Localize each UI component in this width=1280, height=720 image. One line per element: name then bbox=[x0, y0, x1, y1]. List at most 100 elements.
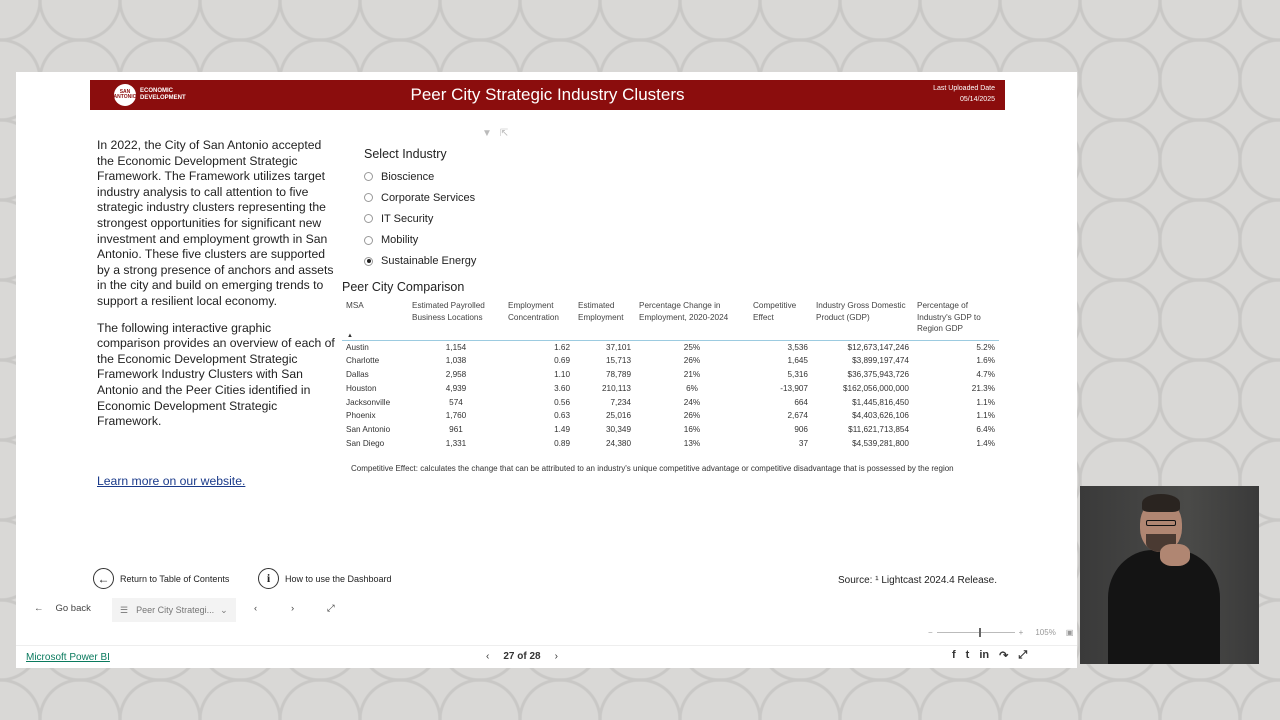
zoom-in-icon[interactable]: + bbox=[1019, 628, 1024, 637]
table-cell: 26% bbox=[683, 411, 701, 421]
zoom-slider[interactable] bbox=[936, 628, 1015, 637]
table-cell: $12,673,147,246 bbox=[847, 342, 909, 352]
table-cell: $162,056,000,000 bbox=[842, 383, 909, 393]
column-header[interactable]: Industry Gross Domestic Product (GDP) bbox=[812, 298, 913, 341]
radio-bioscience[interactable]: Bioscience bbox=[364, 166, 476, 187]
table-row[interactable]: Phoenix 1,760 0.63 25,016 26% 2,674 $4,403,626… bbox=[342, 409, 999, 423]
table-cell: $3,899,197,474 bbox=[852, 356, 909, 366]
table-cell: 25% bbox=[683, 342, 701, 352]
table-cell: Phoenix bbox=[346, 411, 376, 421]
zoom-slider-handle[interactable] bbox=[978, 628, 981, 637]
table-cell: 15,713 bbox=[605, 356, 631, 366]
column-header[interactable]: Estimated Payrolled Business Locations bbox=[408, 298, 504, 341]
return-to-contents-button[interactable]: ← Return to Table of Contents bbox=[93, 568, 229, 589]
expand-icon[interactable]: ⤢ bbox=[1018, 649, 1027, 662]
how-to-use-button[interactable]: i How to use the Dashboard bbox=[258, 568, 392, 589]
radio-sustainable-energy[interactable]: Sustainable Energy bbox=[364, 251, 476, 272]
powerbi-link[interactable]: Microsoft Power BI bbox=[26, 652, 110, 663]
share-icon[interactable]: ↷ bbox=[999, 649, 1008, 662]
table-cell: San Diego bbox=[346, 439, 385, 449]
last-uploaded-date: Last Uploaded Date 05/14/2025 bbox=[933, 85, 995, 103]
table-cell: 1,154 bbox=[445, 342, 467, 352]
table-cell: 37 bbox=[798, 439, 808, 449]
table-cell: 6% bbox=[686, 383, 698, 393]
intro-paragraph-2: The following interactive graphic compar… bbox=[97, 320, 335, 429]
table-cell: 25,016 bbox=[605, 411, 631, 421]
page-icon: ☰ bbox=[120, 604, 129, 615]
table-row[interactable]: Jacksonville 574 0.56 7,234 24% 664 $1,445,816… bbox=[342, 396, 999, 410]
select-industry-title: Select Industry bbox=[364, 147, 447, 161]
go-back-button[interactable]: ← Go back bbox=[34, 603, 91, 614]
table-cell: 78,789 bbox=[605, 370, 631, 380]
radio-it-security[interactable]: IT Security bbox=[364, 208, 476, 229]
table-cell: 24% bbox=[683, 397, 701, 407]
fit-to-page-icon[interactable]: ▣ bbox=[1066, 628, 1074, 637]
table-cell: 2,674 bbox=[787, 411, 809, 421]
collapse-icon[interactable]: ⤢ bbox=[327, 603, 335, 614]
table-cell: 2,958 bbox=[445, 370, 467, 380]
table-cell: 906 bbox=[794, 425, 808, 435]
table-header-row: MSA Estimated Payrolled Business Locatio… bbox=[342, 298, 999, 341]
table-cell: 6.4% bbox=[976, 425, 995, 435]
radio-icon bbox=[364, 193, 373, 203]
table-row[interactable]: San Diego 1,331 0.89 24,380 13% 37 $4,539,281,… bbox=[342, 437, 999, 451]
chevron-down-icon: ⌄ bbox=[220, 604, 228, 615]
sort-ascending-icon[interactable]: ▲ bbox=[347, 333, 353, 339]
column-header[interactable]: Estimated Employment bbox=[574, 298, 635, 341]
table-cell: 664 bbox=[794, 397, 808, 407]
table-cell: 1.10 bbox=[554, 370, 570, 380]
table-cell: 37,101 bbox=[605, 342, 631, 352]
column-header[interactable]: Percentage Change in Employment, 2020-20… bbox=[635, 298, 749, 341]
table-cell: 26% bbox=[683, 356, 701, 366]
page-tab[interactable]: ☰ Peer City Strategi... ⌄ bbox=[112, 598, 236, 622]
table-cell: 1.1% bbox=[976, 411, 995, 421]
share-bar: f t in ↷ ⤢ bbox=[952, 649, 1027, 662]
previous-page-icon[interactable]: ‹ bbox=[254, 603, 257, 614]
twitter-icon[interactable]: t bbox=[966, 649, 970, 662]
table-row[interactable]: San Antonio 961 1.49 30,349 16% 906 $11,621,71… bbox=[342, 423, 999, 437]
table-cell: 1,645 bbox=[787, 356, 809, 366]
table-cell: 0.89 bbox=[554, 439, 570, 449]
intro-text: In 2022, the City of San Antonio accepte… bbox=[97, 138, 337, 430]
back-arrow-icon: ← bbox=[34, 603, 44, 614]
table-cell: $4,403,626,106 bbox=[852, 411, 909, 421]
table-cell: 1,760 bbox=[445, 411, 467, 421]
table-cell: 1,038 bbox=[445, 356, 467, 366]
table-cell: 0.56 bbox=[554, 397, 570, 407]
column-header[interactable]: Employment Concentration bbox=[504, 298, 574, 341]
expand-icon[interactable]: ⇱ bbox=[500, 128, 516, 139]
table-cell: -13,907 bbox=[780, 383, 808, 393]
table-cell: $11,621,713,854 bbox=[848, 425, 909, 435]
next-page-icon[interactable]: › bbox=[291, 603, 294, 614]
table-cell: Austin bbox=[346, 342, 369, 352]
table-cell: 5.2% bbox=[976, 342, 995, 352]
learn-more-link[interactable]: Learn more on our website. bbox=[97, 474, 245, 488]
sign-language-interpreter-video bbox=[1080, 486, 1259, 664]
table-cell: Dallas bbox=[346, 370, 369, 380]
radio-corporate-services[interactable]: Corporate Services bbox=[364, 187, 476, 208]
table-row[interactable]: Austin 1,154 1.62 37,101 25% 3,536 $12,673,147… bbox=[342, 340, 999, 354]
radio-icon bbox=[364, 235, 373, 245]
filter-icon[interactable]: ▼ bbox=[482, 128, 500, 139]
column-header[interactable]: Percentage of Industry's GDP to Region G… bbox=[913, 298, 999, 341]
table-cell: 574 bbox=[449, 397, 463, 407]
radio-mobility[interactable]: Mobility bbox=[364, 230, 476, 251]
table-cell: 3.60 bbox=[554, 383, 570, 393]
table-row[interactable]: Dallas 2,958 1.10 78,789 21% 5,316 $36,375,943… bbox=[342, 368, 999, 382]
info-icon: i bbox=[258, 568, 279, 589]
back-arrow-icon: ← bbox=[93, 568, 114, 589]
column-header[interactable]: Competitive Effect bbox=[749, 298, 812, 341]
linkedin-icon[interactable]: in bbox=[979, 649, 989, 662]
table-cell: 0.63 bbox=[554, 411, 570, 421]
next-page-icon[interactable]: › bbox=[555, 651, 558, 662]
previous-page-icon[interactable]: ‹ bbox=[486, 651, 489, 662]
report-banner: SAN ANTONIO ECONOMIC DEVELOPMENT Peer Ci… bbox=[90, 80, 1005, 110]
table-cell: 1.6% bbox=[976, 356, 995, 366]
table-cell: 3,536 bbox=[787, 342, 809, 352]
zoom-out-icon[interactable]: − bbox=[928, 628, 933, 637]
table-row[interactable]: Charlotte 1,038 0.69 15,713 26% 1,645 $3,899,1… bbox=[342, 354, 999, 368]
facebook-icon[interactable]: f bbox=[952, 649, 956, 662]
table-cell: San Antonio bbox=[346, 425, 391, 435]
zoom-control: − + 105% ▣ bbox=[928, 628, 1073, 637]
table-row[interactable]: Houston 4,939 3.60 210,113 6% -13,907 $162,056… bbox=[342, 382, 999, 396]
